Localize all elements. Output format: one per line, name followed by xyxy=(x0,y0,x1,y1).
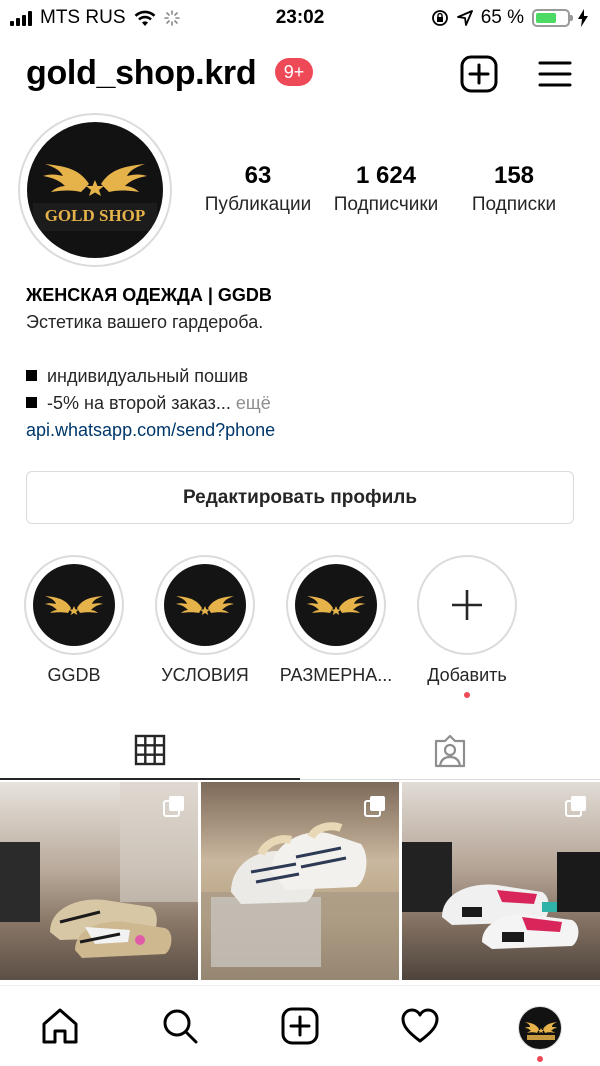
charging-bolt-icon xyxy=(578,9,588,27)
profile-avatar[interactable] xyxy=(518,1006,562,1050)
avatar-logo-text: GOLD SHOP xyxy=(44,206,146,225)
new-post-icon[interactable] xyxy=(459,54,499,94)
story-highlight[interactable]: РАЗМЕРНА... xyxy=(280,555,392,686)
bio-tagline: Эстетика вашего гардероба. xyxy=(26,312,264,332)
status-bar: MTS RUS 23:02 65 % xyxy=(0,0,600,36)
stat-posts-label: Публикации xyxy=(204,194,312,215)
username-switcher[interactable]: gold_shop.krd xyxy=(26,54,257,93)
new-activity-dot xyxy=(537,1056,543,1062)
highlight-label: GGDB xyxy=(47,665,101,685)
post-thumbnail[interactable] xyxy=(201,782,399,980)
new-indicator-dot xyxy=(464,692,470,698)
carousel-icon xyxy=(565,796,586,817)
highlight-cover xyxy=(295,564,377,646)
notification-badge[interactable]: 9+ xyxy=(275,58,313,86)
location-arrow-icon xyxy=(456,10,473,26)
post-thumbnail[interactable] xyxy=(402,782,600,980)
profile-tabs xyxy=(0,722,600,780)
tagged-icon xyxy=(434,734,466,768)
story-highlight[interactable]: УСЛОВИЯ xyxy=(155,555,255,686)
post-thumbnail[interactable] xyxy=(0,782,198,980)
profile-stats: 63 Публикации 1 624 Подписчики 158 Подпи… xyxy=(193,160,573,220)
highlight-label: Добавить xyxy=(427,665,507,685)
bio-more-link[interactable]: ещё xyxy=(236,393,271,413)
stat-following[interactable]: 158 Подписки xyxy=(451,160,577,216)
profile-header: gold_shop.krd 9+ xyxy=(0,48,600,100)
gold-wings-logo xyxy=(45,596,103,615)
menu-icon[interactable] xyxy=(535,54,575,94)
home-icon[interactable] xyxy=(40,1006,80,1046)
activity-heart-icon[interactable] xyxy=(400,1006,440,1046)
highlight-ring[interactable] xyxy=(155,555,255,655)
gold-wings-logo xyxy=(525,1022,557,1040)
battery-percent: 65 % xyxy=(480,7,524,28)
story-highlight[interactable]: GGDB xyxy=(24,555,124,686)
bio-bullet-2: -5% на второй заказ... ещё xyxy=(26,390,586,417)
tab-tagged[interactable] xyxy=(300,722,600,780)
new-post-icon[interactable] xyxy=(280,1006,320,1046)
stat-followers[interactable]: 1 624 Подписчики xyxy=(321,160,451,216)
bio-bullet-2-text: -5% на второй заказ... xyxy=(47,393,231,413)
add-highlight-ring[interactable] xyxy=(417,555,517,655)
highlight-cover xyxy=(164,564,246,646)
grid-icon xyxy=(134,734,166,766)
orientation-lock-icon xyxy=(431,10,448,26)
bio-website-link[interactable]: api.whatsapp.com/send?phone xyxy=(26,417,586,444)
posts-grid xyxy=(0,782,600,984)
highlight-label: УСЛОВИЯ xyxy=(161,665,249,685)
profile-avatar[interactable]: GOLD SHOP xyxy=(27,122,163,258)
stat-following-count: 158 xyxy=(493,162,535,189)
square-bullet-icon xyxy=(26,397,37,408)
profile-display-name: ЖЕНСКАЯ ОДЕЖДА | GGDB xyxy=(26,285,272,305)
edit-profile-button[interactable]: Редактировать профиль xyxy=(26,471,574,524)
battery-level-fill xyxy=(536,13,556,23)
gold-wings-logo xyxy=(307,596,365,615)
tab-grid[interactable] xyxy=(0,722,300,780)
search-icon[interactable] xyxy=(160,1006,200,1046)
highlight-cover xyxy=(33,564,115,646)
profile-bio: ЖЕНСКАЯ ОДЕЖДА | GGDB Эстетика вашего га… xyxy=(26,282,586,444)
bio-spacer xyxy=(26,336,586,363)
carousel-icon xyxy=(163,796,184,817)
bio-bullet-1-text: индивидуальный пошив xyxy=(47,366,249,386)
add-highlight[interactable]: Добавить xyxy=(417,555,517,698)
stat-posts[interactable]: 63 Публикации xyxy=(193,160,323,216)
plus-icon xyxy=(452,590,482,620)
square-bullet-icon xyxy=(26,370,37,381)
bio-bullet-1: индивидуальный пошив xyxy=(26,363,586,390)
carousel-icon xyxy=(364,796,385,817)
highlight-label: РАЗМЕРНА... xyxy=(279,665,393,685)
stat-followers-count: 1 624 xyxy=(355,162,417,189)
stat-posts-count: 63 xyxy=(244,162,272,189)
highlight-ring[interactable] xyxy=(286,555,386,655)
gold-wings-logo xyxy=(176,596,234,615)
stat-followers-label: Подписчики xyxy=(333,194,439,215)
profile-avatar-ring[interactable]: GOLD SHOP xyxy=(18,113,172,267)
status-right: 65 % xyxy=(431,7,588,29)
stat-following-label: Подписки xyxy=(471,194,557,215)
battery-icon xyxy=(532,9,573,27)
highlight-ring[interactable] xyxy=(24,555,124,655)
bottom-tab-bar xyxy=(0,985,600,1066)
